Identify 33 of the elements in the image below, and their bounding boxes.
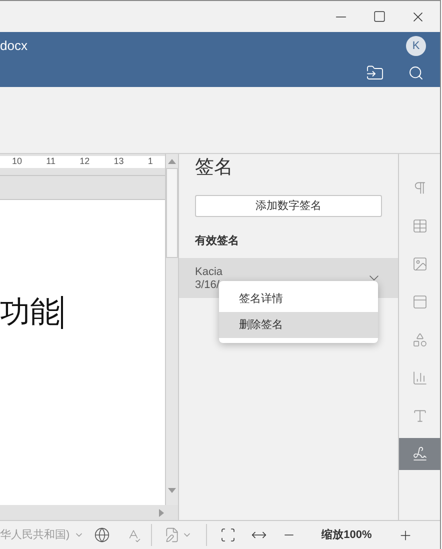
menu-item[interactable]: 删除签名: [219, 312, 378, 338]
table-icon: [412, 218, 428, 234]
ruler-number: 1: [148, 155, 153, 168]
ruler-number: 12: [80, 155, 90, 168]
maximize-icon[interactable]: [373, 10, 386, 23]
scroll-thumb[interactable]: [166, 168, 178, 258]
edit-document-icon[interactable]: [164, 527, 180, 543]
horizontal-scrollbar[interactable]: [0, 505, 178, 520]
ruler-number: 10: [12, 155, 22, 168]
signature-date: 3/16/: [195, 278, 220, 292]
vertical-scrollbar[interactable]: [165, 154, 178, 505]
ruler-number: 11: [46, 155, 56, 168]
sidebar-tab[interactable]: [399, 438, 440, 470]
fit-page-icon[interactable]: [220, 527, 236, 543]
document-text: 功能: [0, 296, 63, 329]
signer-name: Kacia: [195, 266, 223, 278]
signature-icon: [412, 446, 428, 462]
page-header-icon: [412, 294, 428, 310]
add-signature-button[interactable]: 添加数字签名: [195, 195, 382, 217]
user-avatar[interactable]: K: [406, 36, 426, 56]
ruler-number: 13: [114, 155, 124, 168]
section-heading: 有效签名: [195, 234, 240, 249]
globe-icon[interactable]: [94, 527, 110, 543]
document-title: docx: [0, 37, 28, 56]
folder-arrow-icon[interactable]: [366, 64, 384, 82]
text-art-icon: [412, 408, 428, 424]
zoom-level: 缩放100%: [322, 528, 372, 543]
bar-chart-icon: [412, 370, 428, 386]
shapes-icon: [412, 332, 428, 348]
panel-title: 签名: [195, 156, 234, 180]
search-icon[interactable]: [408, 65, 424, 81]
image-icon: [412, 256, 428, 272]
scroll-right-icon[interactable]: [159, 508, 164, 516]
